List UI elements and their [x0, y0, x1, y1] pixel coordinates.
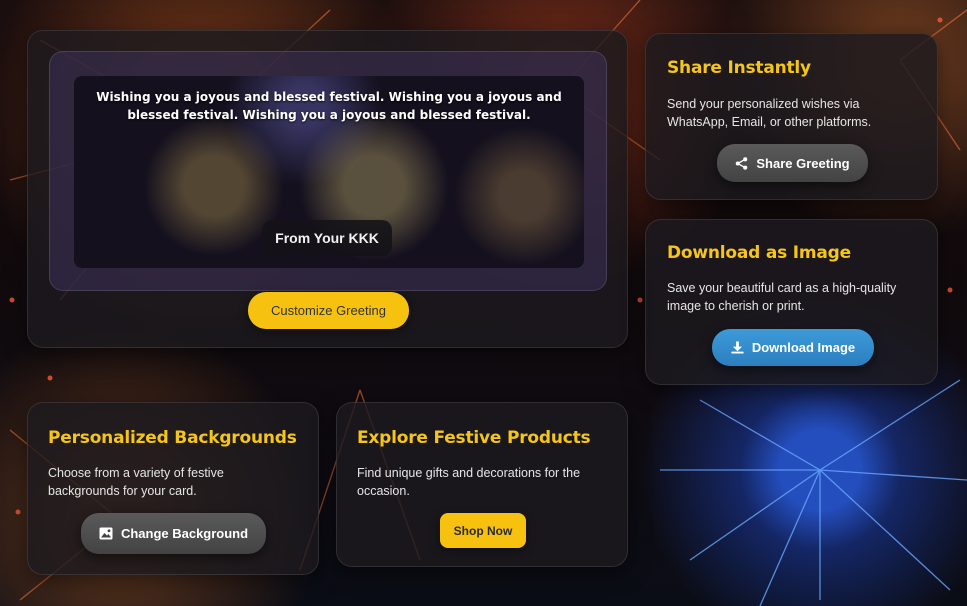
download-icon: [731, 341, 744, 354]
shop-now-label: Shop Now: [453, 523, 513, 538]
change-background-button[interactable]: Change Background: [81, 513, 266, 554]
products-title: Explore Festive Products: [357, 428, 591, 448]
greeting-preview-card: Wishing you a joyous and blessed festiva…: [27, 30, 628, 348]
greeting-card-frame: Wishing you a joyous and blessed festiva…: [49, 51, 607, 291]
backgrounds-card: Personalized Backgrounds Choose from a v…: [27, 402, 319, 575]
download-image-label: Download Image: [751, 340, 856, 355]
customize-greeting-label: Customize Greeting: [271, 303, 386, 318]
share-greeting-label: Share Greeting: [756, 155, 850, 171]
customize-greeting-button[interactable]: Customize Greeting: [248, 292, 409, 329]
download-card: Download as Image Save your beautiful ca…: [645, 219, 938, 385]
share-description: Send your personalized wishes via WhatsA…: [667, 97, 872, 129]
shop-now-button[interactable]: Shop Now: [440, 513, 526, 548]
products-card: Explore Festive Products Find unique gif…: [336, 402, 628, 567]
backgrounds-description: Choose from a variety of festive backgro…: [48, 466, 224, 498]
change-background-label: Change Background: [120, 526, 249, 541]
image-icon: [99, 527, 113, 540]
download-title: Download as Image: [667, 243, 851, 263]
download-image-button[interactable]: Download Image: [712, 329, 874, 366]
greeting-signature: From Your KKK: [262, 220, 392, 256]
backgrounds-title: Personalized Backgrounds: [48, 428, 297, 448]
greeting-card-image: Wishing you a joyous and blessed festiva…: [74, 76, 584, 268]
greeting-message: Wishing you a joyous and blessed festiva…: [96, 90, 562, 122]
download-description: Save your beautiful card as a high-quali…: [667, 281, 897, 313]
share-greeting-button[interactable]: Share Greeting: [717, 144, 868, 182]
share-title: Share Instantly: [667, 58, 811, 78]
products-description: Find unique gifts and decorations for th…: [357, 466, 581, 498]
share-icon: [736, 156, 748, 170]
share-card: Share Instantly Send your personalized w…: [645, 33, 938, 200]
